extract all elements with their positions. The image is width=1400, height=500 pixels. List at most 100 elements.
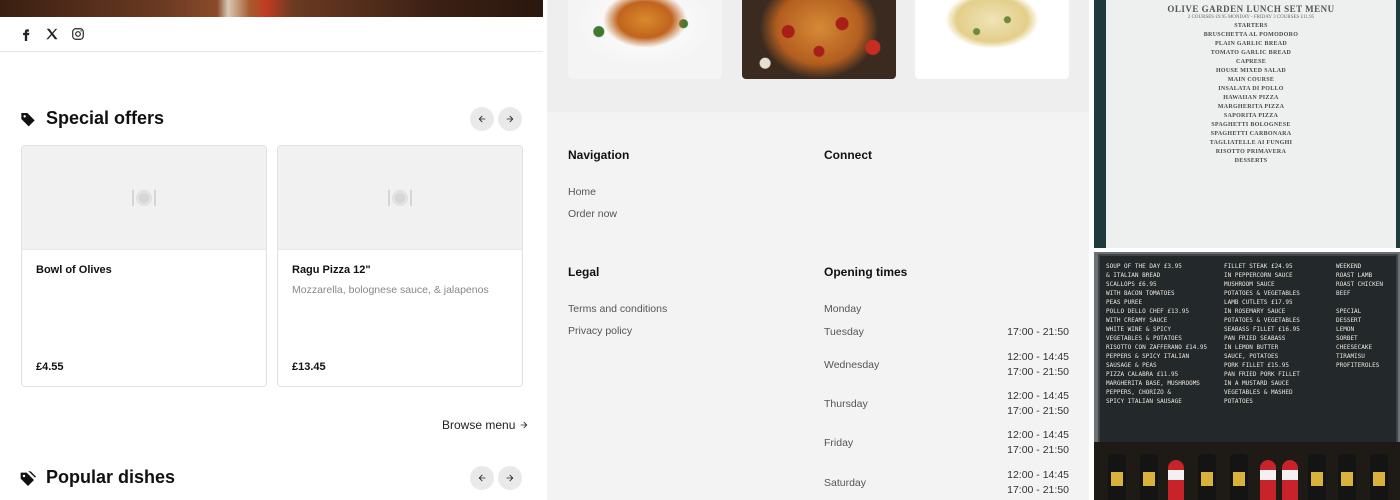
chalkboard-column: FILLET STEAK £24.95 IN PEPPERCORN SAUCE … xyxy=(1224,263,1300,405)
plate-cutlery-icon xyxy=(132,189,156,206)
carousel-next-button[interactable] xyxy=(498,107,522,131)
nav-link-home[interactable]: Home xyxy=(568,186,596,198)
opening-hours: 17:00 - 21:50 xyxy=(1007,325,1069,340)
lunch-menu-item: CAPRESE xyxy=(1235,59,1267,65)
carousel-prev-button[interactable] xyxy=(470,107,494,131)
lunch-menu-photo[interactable]: OLIVE GARDEN LUNCH SET MENU 2 COURSES £9… xyxy=(1094,0,1400,248)
offer-name: Bowl of Olives xyxy=(36,264,112,276)
navigation-heading: Navigation xyxy=(568,148,630,162)
browse-menu-label: Browse menu xyxy=(442,418,516,432)
offer-description: Mozzarella, bolognese sauce, & jalapenos xyxy=(292,284,489,296)
opening-day: Friday xyxy=(824,437,854,449)
arrow-right-icon xyxy=(506,115,514,123)
arrow-right-icon xyxy=(521,421,528,429)
browse-menu-link[interactable]: Browse menu xyxy=(442,418,529,432)
opening-day: Tuesday xyxy=(824,326,864,338)
popular-dishes-carousel-controls xyxy=(470,466,522,490)
gallery-image-penne[interactable] xyxy=(915,0,1069,79)
lunch-menu-item: TAGLIATELLE AI FUNGHI xyxy=(1209,140,1293,146)
opening-day: Monday xyxy=(824,303,862,315)
left-column: Special offers Bowl of Olives £4.55 Ragu… xyxy=(0,0,543,500)
opening-hours-slot: 17:00 - 21:50 xyxy=(1007,366,1069,378)
gallery-image-pizza[interactable] xyxy=(742,0,896,79)
bottle xyxy=(1198,454,1216,500)
plate-cutlery-icon xyxy=(388,189,412,206)
bottle xyxy=(1338,454,1356,500)
lunch-menu-item: INSALATA DI POLLO xyxy=(1218,86,1284,92)
gallery-strip xyxy=(547,0,1089,112)
lunch-menu-item: BRUSCHETTA AL POMODORO xyxy=(1203,32,1299,38)
lunch-menu-item: SPAGHETTI BOLOGNESE xyxy=(1211,122,1291,128)
chalkboard: SOUP OF THE DAY £3.95 & ITALIAN BREAD SC… xyxy=(1098,254,1398,444)
tag-icon xyxy=(20,111,36,127)
bottle xyxy=(1140,454,1158,500)
lunch-menu-item: SPAGHETTI CARBONARA xyxy=(1210,131,1292,137)
opening-hours-slot: 17:00 - 21:50 xyxy=(1007,326,1069,338)
bottle xyxy=(1230,454,1248,500)
gallery-image-spaghetti[interactable] xyxy=(568,0,722,79)
lunch-menu-title: OLIVE GARDEN LUNCH SET MENU xyxy=(1167,4,1335,14)
opening-times-heading: Opening times xyxy=(824,265,908,279)
carousel-prev-button[interactable] xyxy=(470,466,494,490)
divider xyxy=(0,51,543,52)
opening-hours-slot: 17:00 - 21:50 xyxy=(1007,405,1069,417)
special-offers-header: Special offers xyxy=(20,108,164,129)
opening-hours: 12:00 - 14:45 17:00 - 21:50 xyxy=(1007,428,1069,458)
offer-price: £4.55 xyxy=(36,361,64,373)
opening-hours: 12:00 - 14:45 17:00 - 21:50 xyxy=(1007,468,1069,498)
lunch-menu-item: SAPORITA PIZZA xyxy=(1223,113,1279,119)
lunch-menu-item: RISOTTO PRIMAVERA xyxy=(1215,149,1287,155)
legal-link-privacy[interactable]: Privacy policy xyxy=(568,325,632,337)
chalkboard-column: SOUP OF THE DAY £3.95 & ITALIAN BREAD SC… xyxy=(1106,263,1208,405)
chalkboard-photo[interactable]: SOUP OF THE DAY £3.95 & ITALIAN BREAD SC… xyxy=(1094,252,1400,500)
hero-image xyxy=(0,0,543,17)
lunch-menu-item: HOUSE MIXED SALAD xyxy=(1215,68,1287,74)
connect-heading: Connect xyxy=(824,148,872,162)
bottle xyxy=(1108,454,1126,500)
offer-price: £13.45 xyxy=(292,361,326,373)
santa-figure xyxy=(1168,460,1184,500)
shelf-display xyxy=(1094,442,1400,500)
lunch-menu-item: STARTERS xyxy=(1234,23,1268,29)
offer-card[interactable]: Bowl of Olives £4.55 xyxy=(21,145,267,387)
opening-day: Wednesday xyxy=(824,359,880,371)
x-icon[interactable] xyxy=(44,26,60,42)
instagram-icon[interactable] xyxy=(70,26,86,42)
santa-figure xyxy=(1260,460,1276,500)
footer-panel: Navigation Home Order now Connect Legal … xyxy=(547,0,1089,500)
opening-hours-slot: 12:00 - 14:45 xyxy=(1007,390,1069,402)
carousel-next-button[interactable] xyxy=(498,466,522,490)
opening-hours-slot: 12:00 - 14:45 xyxy=(1007,429,1069,441)
arrow-right-icon xyxy=(506,474,514,482)
legal-link-terms[interactable]: Terms and conditions xyxy=(568,303,667,315)
lunch-menu-item: MARGHERITA PIZZA xyxy=(1217,104,1285,110)
lunch-menu-item: MAIN COURSE xyxy=(1227,77,1275,83)
opening-hours: 12:00 - 14:45 17:00 - 21:50 xyxy=(1007,389,1069,419)
bottle xyxy=(1370,454,1388,500)
special-offers-title: Special offers xyxy=(46,108,165,128)
facebook-icon[interactable] xyxy=(18,26,34,42)
popular-dishes-title: Popular dishes xyxy=(46,467,176,487)
opening-day: Thursday xyxy=(824,398,868,410)
lunch-menu-item: PLAIN GARLIC BREAD xyxy=(1214,41,1288,47)
offer-name: Ragu Pizza 12" xyxy=(292,264,371,276)
lunch-menu-subtitle: 2 COURSES £9.95 MONDAY - FRIDAY 3 COURSE… xyxy=(1187,15,1315,20)
chalkboard-column: WEEKEND ROAST LAMB ROAST CHICKEN BEEF SP… xyxy=(1336,263,1383,369)
legal-heading: Legal xyxy=(568,265,600,279)
offer-card[interactable]: Ragu Pizza 12" Mozzarella, bolognese sau… xyxy=(277,145,523,387)
opening-day: Saturday xyxy=(824,477,867,489)
opening-hours-slot: 12:00 - 14:45 xyxy=(1007,351,1069,363)
lunch-menu-item: DESSERTS xyxy=(1234,158,1268,164)
bottle xyxy=(1308,454,1326,500)
lunch-menu-sheet: OLIVE GARDEN LUNCH SET MENU 2 COURSES £9… xyxy=(1106,0,1396,248)
lunch-menu-item: HAWAIIAN PIZZA xyxy=(1223,95,1279,101)
santa-figure xyxy=(1282,460,1298,500)
offer-card-image xyxy=(22,146,266,250)
offer-card-image xyxy=(278,146,522,250)
special-offers-carousel-controls xyxy=(470,107,522,131)
popular-dishes-header: Popular dishes xyxy=(20,467,175,488)
arrow-left-icon xyxy=(478,474,486,482)
opening-hours-slot: 17:00 - 21:50 xyxy=(1007,484,1069,496)
nav-link-order-now[interactable]: Order now xyxy=(568,208,617,220)
opening-hours-slot: 12:00 - 14:45 xyxy=(1007,469,1069,481)
